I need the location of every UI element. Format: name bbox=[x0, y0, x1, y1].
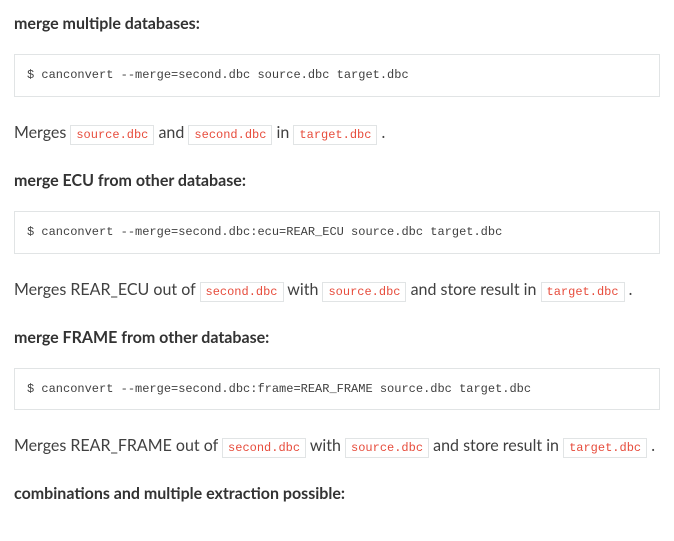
inline-code: second.dbc bbox=[200, 282, 284, 302]
inline-code: target.dbc bbox=[563, 438, 647, 458]
inline-code: second.dbc bbox=[188, 125, 272, 145]
description-paragraph: Merges REAR_FRAME out of second.dbc with… bbox=[14, 434, 660, 458]
inline-code: source.dbc bbox=[322, 282, 406, 302]
inline-code: second.dbc bbox=[222, 438, 306, 458]
desc-text: and bbox=[158, 123, 188, 142]
section-heading: merge multiple databases: bbox=[14, 12, 660, 36]
desc-text: with bbox=[310, 436, 345, 455]
section-heading: merge FRAME from other database: bbox=[14, 326, 660, 350]
desc-text: Merges REAR_ECU out of bbox=[14, 280, 200, 299]
section-heading: combinations and multiple extraction pos… bbox=[14, 482, 660, 506]
inline-code: source.dbc bbox=[70, 125, 154, 145]
description-paragraph: Merges REAR_ECU out of second.dbc with s… bbox=[14, 278, 660, 302]
section-heading: merge ECU from other database: bbox=[14, 169, 660, 193]
code-block[interactable]: $ canconvert --merge=second.dbc source.d… bbox=[14, 54, 660, 97]
inline-code: source.dbc bbox=[345, 438, 429, 458]
description-paragraph: Merges source.dbc and second.dbc in targ… bbox=[14, 121, 660, 145]
desc-text: Merges bbox=[14, 123, 70, 142]
desc-text: . bbox=[629, 280, 633, 299]
desc-text: and store result in bbox=[433, 436, 563, 455]
code-block[interactable]: $ canconvert --merge=second.dbc:frame=RE… bbox=[14, 368, 660, 411]
inline-code: target.dbc bbox=[293, 125, 377, 145]
desc-text: . bbox=[382, 123, 386, 142]
desc-text: and store result in bbox=[411, 280, 541, 299]
desc-text: Merges REAR_FRAME out of bbox=[14, 436, 222, 455]
inline-code: target.dbc bbox=[541, 282, 625, 302]
desc-text: in bbox=[277, 123, 294, 142]
code-block[interactable]: $ canconvert --merge=second.dbc:ecu=REAR… bbox=[14, 211, 660, 254]
desc-text: . bbox=[651, 436, 655, 455]
desc-text: with bbox=[287, 280, 322, 299]
